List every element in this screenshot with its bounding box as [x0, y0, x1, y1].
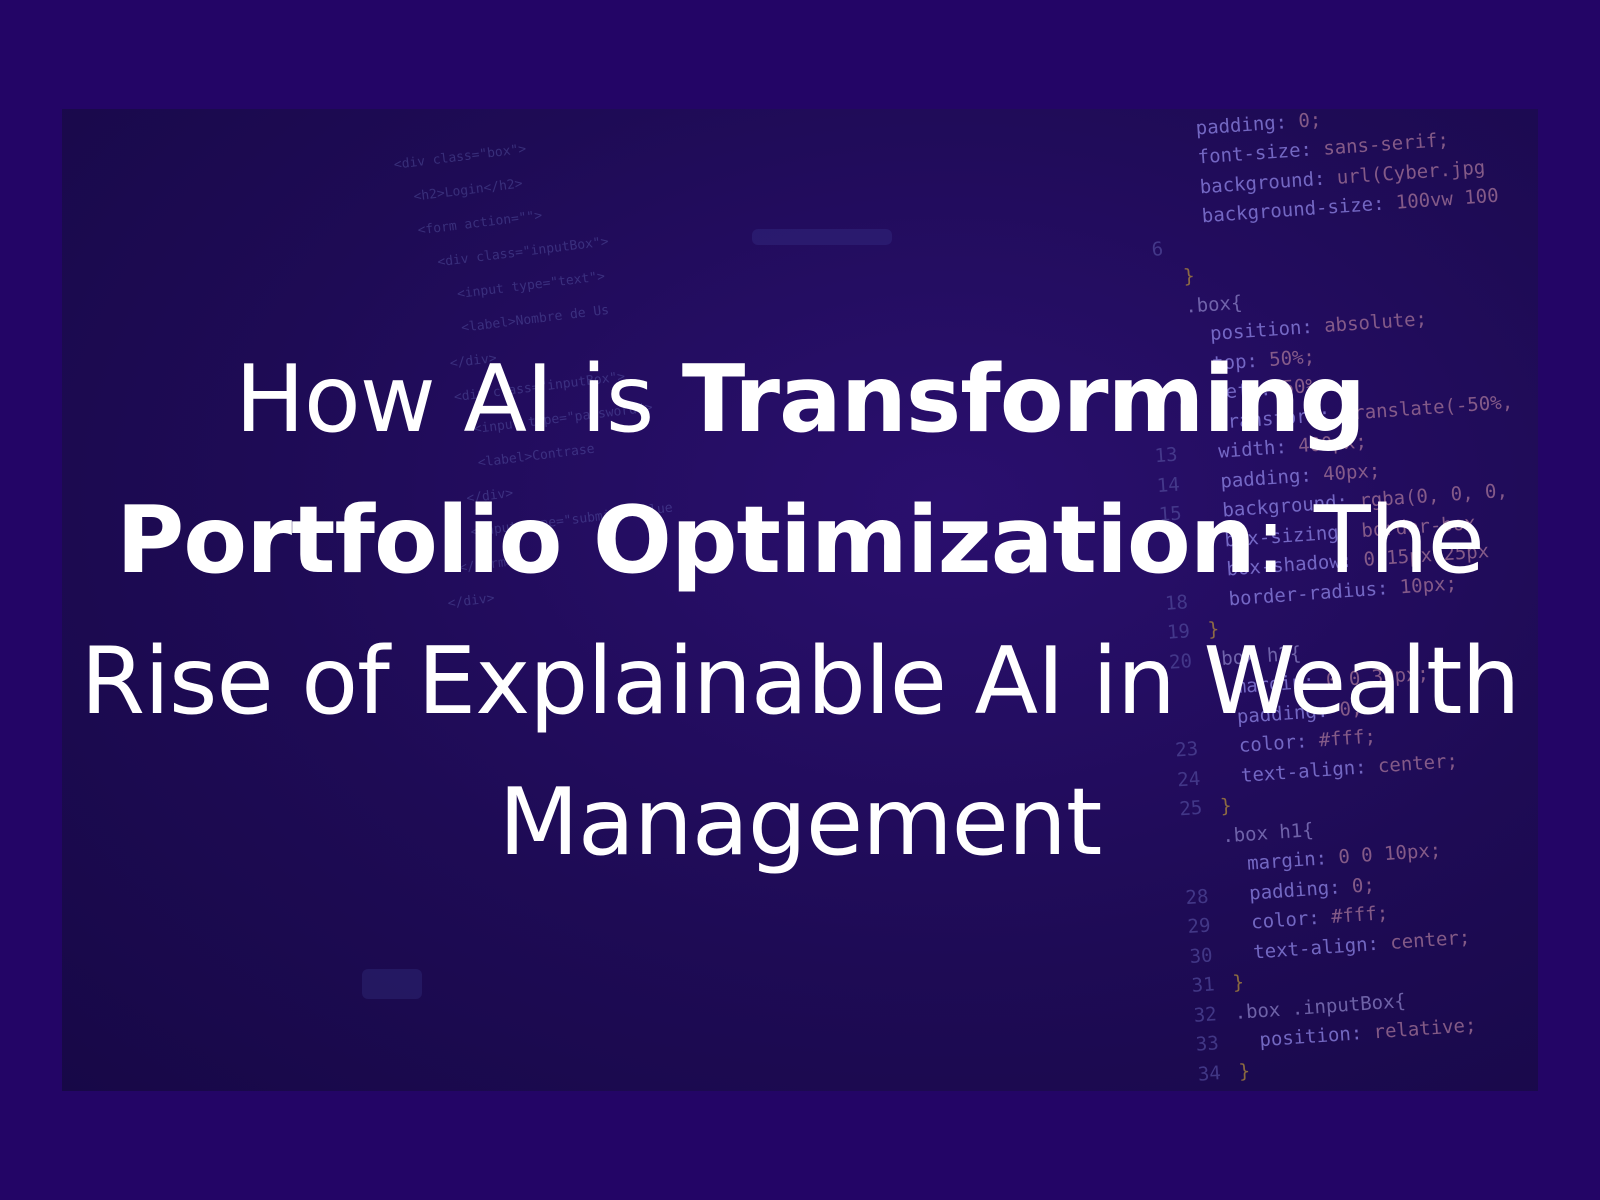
- line-number: 30: [1188, 943, 1214, 968]
- line-number: 32: [1193, 1002, 1218, 1027]
- line-number: 6: [1150, 237, 1164, 261]
- line-number: 31: [1190, 973, 1216, 997]
- code-text: }: [1182, 265, 1196, 288]
- line-number: [1105, 137, 1155, 140]
- line-number: 33: [1195, 1032, 1220, 1056]
- line-number: [1103, 109, 1153, 111]
- headline: How AI is Transforming Portfolio Optimiz…: [62, 329, 1538, 893]
- line-number: [1118, 313, 1168, 316]
- code-text: .box{: [1184, 291, 1244, 318]
- code-text: .box .: [1240, 1085, 1310, 1091]
- line-number: [1108, 166, 1158, 169]
- code-text: }: [1237, 1059, 1251, 1083]
- headline-part1: How AI is: [234, 345, 682, 453]
- line-number: [1110, 196, 1160, 199]
- line-number: 34: [1197, 1061, 1222, 1086]
- blur-highlight: [362, 969, 422, 999]
- code-text: }: [1231, 971, 1245, 995]
- line-number: [1116, 284, 1166, 287]
- blur-highlight: [752, 229, 892, 245]
- line-number: 29: [1186, 914, 1212, 939]
- line-number: [1112, 225, 1162, 228]
